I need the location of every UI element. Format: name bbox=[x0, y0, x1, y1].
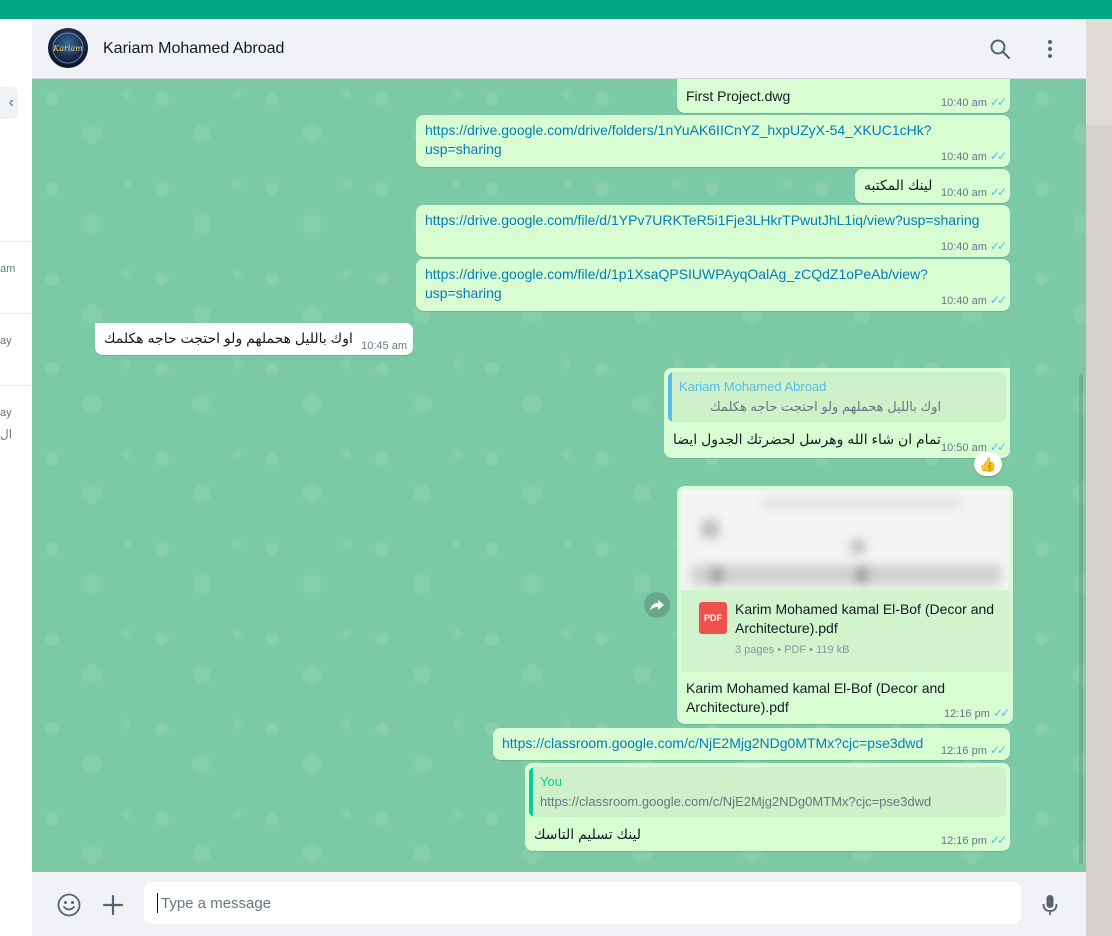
read-ticks-icon: ✓✓ bbox=[989, 239, 1007, 253]
chat-list-item-time[interactable]: ay bbox=[0, 335, 12, 347]
message-link[interactable]: https://classroom.google.com/c/NjE2Mjg2N… bbox=[502, 734, 923, 753]
message-time: 10:40 am bbox=[941, 295, 987, 307]
avatar[interactable]: Kariam bbox=[48, 28, 88, 68]
message-time: 10:40 am bbox=[941, 187, 987, 199]
message-link[interactable]: https://drive.google.com/drive/folders/1… bbox=[425, 121, 932, 140]
message-bubble[interactable]: لينك المكتبه 10:40 am ✓✓ bbox=[855, 169, 1010, 203]
conversation-header: Kariam Kariam Mohamed Abroad bbox=[32, 19, 1086, 79]
message-link[interactable]: usp=sharing bbox=[425, 140, 502, 159]
quoted-text: اوك بالليل هحملهم ولو احتجت حاجه هكلمك bbox=[710, 399, 942, 414]
message-text: لينك تسليم التاسك bbox=[534, 826, 642, 842]
thumbs-up-reaction-icon[interactable]: 👍 bbox=[974, 452, 1002, 476]
document-meta: 3 pages • PDF • 119 kB bbox=[735, 644, 850, 656]
message-composer: Type a message bbox=[32, 872, 1086, 936]
read-ticks-icon: ✓✓ bbox=[989, 95, 1007, 109]
quoted-message[interactable]: You https://classroom.google.com/c/NjE2M… bbox=[529, 767, 1006, 817]
message-scrollbar[interactable] bbox=[1079, 374, 1083, 864]
read-ticks-icon: ✓✓ bbox=[992, 706, 1010, 720]
message-bubble[interactable]: https://drive.google.com/file/d/1YPv7URK… bbox=[416, 205, 1010, 257]
message-list[interactable]: First Project.dwg 10:40 am ✓✓ https://dri… bbox=[32, 79, 1086, 872]
chat-list-divider bbox=[0, 313, 32, 314]
message-time: 10:40 am bbox=[941, 241, 987, 253]
message-meta: 10:40 am ✓✓ bbox=[941, 185, 1007, 199]
read-ticks-icon: ✓✓ bbox=[989, 743, 1007, 757]
message-meta: 12:16 pm ✓✓ bbox=[941, 833, 1007, 847]
chat-list-item-time[interactable]: ay bbox=[0, 407, 12, 419]
message-link[interactable]: usp=sharing bbox=[425, 284, 502, 303]
read-ticks-icon: ✓✓ bbox=[989, 833, 1007, 847]
background-window-strip bbox=[1086, 125, 1112, 936]
message-bubble[interactable]: https://drive.google.com/drive/folders/1… bbox=[416, 115, 1010, 167]
message-bubble[interactable]: You https://classroom.google.com/c/NjE2M… bbox=[525, 763, 1010, 851]
message-text: اوك بالليل هحملهم ولو احتجت حاجه هكلمك bbox=[104, 330, 353, 346]
message-meta: 12:16 pm ✓✓ bbox=[944, 706, 1010, 720]
top-accent-bar bbox=[0, 0, 1112, 19]
chat-list-divider bbox=[0, 241, 32, 242]
emoji-icon[interactable] bbox=[56, 892, 82, 918]
preview-blur bbox=[701, 520, 719, 538]
read-ticks-icon: ✓✓ bbox=[989, 293, 1007, 307]
microphone-icon[interactable] bbox=[1037, 892, 1063, 918]
message-bubble[interactable]: اوك بالليل هحملهم ولو احتجت حاجه هكلمك 1… bbox=[95, 323, 413, 355]
message-time: 10:40 am bbox=[941, 97, 987, 109]
quoted-sender-name: Kariam Mohamed Abroad bbox=[679, 379, 827, 394]
chat-list-item-time[interactable]: am bbox=[0, 263, 15, 275]
message-input[interactable]: Type a message bbox=[144, 882, 1021, 924]
message-meta: 10:40 am ✓✓ bbox=[941, 149, 1007, 163]
chat-list-divider bbox=[0, 385, 32, 386]
read-ticks-icon: ✓✓ bbox=[989, 149, 1007, 163]
search-icon[interactable] bbox=[988, 37, 1012, 61]
preview-blur bbox=[691, 565, 1001, 585]
message-meta: 10:40 am ✓✓ bbox=[941, 293, 1007, 307]
preview-blur bbox=[851, 540, 865, 554]
message-text: تمام ان شاء الله وهرسل لحضرتك الجدول ايض… bbox=[673, 431, 941, 447]
avatar-text: Kariam bbox=[52, 44, 83, 53]
menu-icon[interactable] bbox=[1038, 37, 1062, 61]
document-preview[interactable] bbox=[681, 490, 1009, 591]
message-bubble[interactable]: https://classroom.google.com/c/NjE2Mjg2N… bbox=[493, 728, 1010, 760]
message-link[interactable]: https://drive.google.com/file/d/1YPv7URK… bbox=[425, 211, 979, 230]
message-time: 12:16 pm bbox=[944, 708, 990, 720]
chat-list-pane: ‹ am ay ay ال bbox=[0, 19, 33, 936]
chat-list-item-preview[interactable]: ال bbox=[0, 427, 12, 441]
preview-blur bbox=[856, 568, 868, 582]
message-time: 12:16 pm bbox=[941, 745, 987, 757]
message-time: 10:40 am bbox=[941, 151, 987, 163]
message-meta: 12:16 pm ✓✓ bbox=[941, 743, 1007, 757]
message-text: First Project.dwg bbox=[686, 88, 791, 104]
text-caret bbox=[157, 893, 158, 913]
message-caption: Karim Mohamed kamal El-Bof (Decor and Ar… bbox=[686, 680, 946, 715]
document-info[interactable]: PDF Karim Mohamed kamal El-Bof (Decor an… bbox=[681, 590, 1009, 672]
quoted-sender-name: You bbox=[540, 774, 562, 789]
contact-name[interactable]: Kariam Mohamed Abroad bbox=[103, 40, 284, 58]
attach-plus-icon[interactable] bbox=[100, 892, 126, 918]
quoted-message[interactable]: Kariam Mohamed Abroad اوك بالليل هحملهم … bbox=[668, 372, 1006, 422]
message-link[interactable]: https://drive.google.com/file/d/1p1XsaQP… bbox=[425, 265, 928, 284]
document-message[interactable]: PDF Karim Mohamed kamal El-Bof (Decor an… bbox=[677, 486, 1013, 724]
collapse-panel-button[interactable]: ‹ bbox=[0, 87, 18, 119]
message-bubble[interactable]: https://drive.google.com/file/d/1p1XsaQP… bbox=[416, 259, 1010, 311]
document-title: Karim Mohamed kamal El-Bof (Decor and Ar… bbox=[735, 601, 995, 636]
message-time: 12:16 pm bbox=[941, 835, 987, 847]
forward-icon[interactable] bbox=[644, 592, 670, 618]
message-input-placeholder: Type a message bbox=[161, 895, 272, 912]
read-ticks-icon: ✓✓ bbox=[989, 185, 1007, 199]
pdf-file-icon: PDF bbox=[699, 602, 727, 634]
message-meta: 10:50 am ✓✓ bbox=[941, 440, 1007, 454]
preview-blur bbox=[711, 568, 723, 582]
message-time: 10:45 am bbox=[361, 340, 407, 352]
quoted-text: https://classroom.google.com/c/NjE2Mjg2N… bbox=[540, 794, 932, 809]
message-bubble[interactable]: First Project.dwg 10:40 am ✓✓ bbox=[677, 79, 1010, 113]
message-meta: 10:40 am ✓✓ bbox=[941, 95, 1007, 109]
preview-blur bbox=[761, 500, 961, 506]
conversation-panel: Kariam Kariam Mohamed Abroad First Proje… bbox=[32, 19, 1086, 936]
message-bubble[interactable]: Kariam Mohamed Abroad اوك بالليل هحملهم … bbox=[664, 368, 1010, 458]
message-text: لينك المكتبه bbox=[864, 177, 933, 193]
message-meta: 10:40 am ✓✓ bbox=[941, 239, 1007, 253]
